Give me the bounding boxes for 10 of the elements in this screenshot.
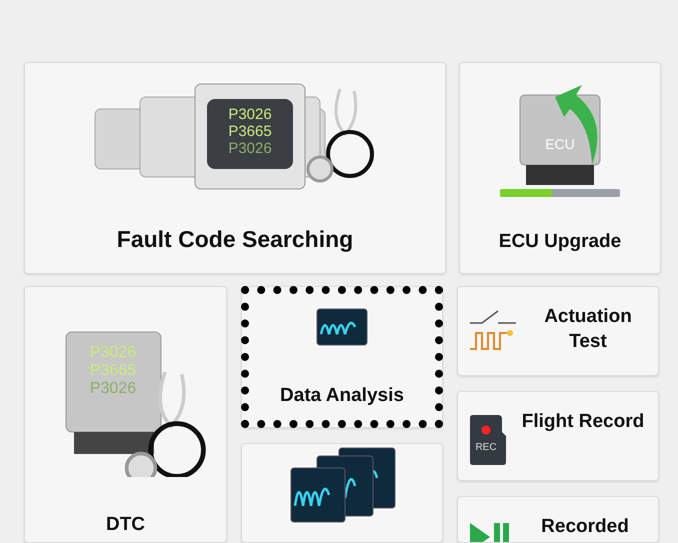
dashboard-icons-drawing: P3026 P3665 P3026 [85, 79, 385, 199]
menu-tile[interactable]: P3026 P3665 P3026 Fault Code Searching [24, 62, 446, 274]
menu-tile[interactable]: P3026 P3665 P3026 DTC [24, 286, 227, 543]
menu-tile[interactable]: ECU ECU Upgrade [459, 62, 661, 274]
menu-tile[interactable]: Data Analysis [241, 286, 443, 428]
menu-tile[interactable]: REC Flight Record [457, 391, 659, 481]
sd-card-icon: REC [468, 414, 508, 466]
menu-tile[interactable]: Actuation Test [457, 286, 659, 376]
menu-tile[interactable] [241, 443, 443, 543]
menu-tile[interactable]: Recorded [457, 496, 659, 543]
